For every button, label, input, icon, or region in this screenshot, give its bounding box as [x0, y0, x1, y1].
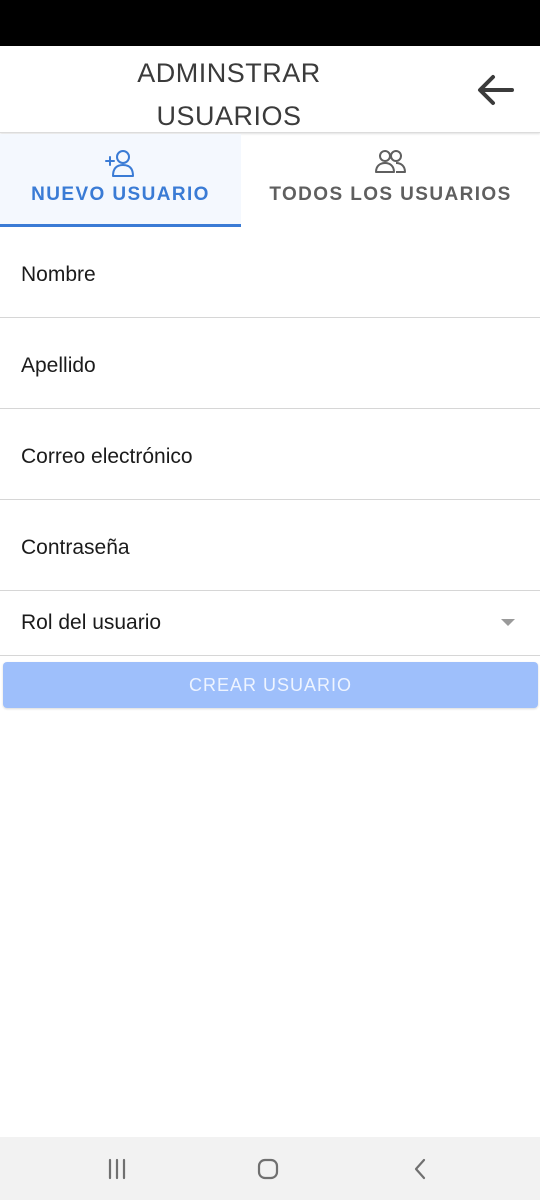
- email-field[interactable]: Correo electrónico: [0, 409, 540, 500]
- home-icon: [257, 1158, 279, 1180]
- tab-todos-los-usuarios[interactable]: TODOS LOS USUARIOS: [241, 134, 540, 227]
- arrow-left-icon: [478, 75, 514, 105]
- page-title-line1: ADMINSTRAR: [137, 58, 321, 88]
- field-label: Nombre: [21, 263, 96, 286]
- role-select[interactable]: Rol del usuario: [0, 591, 540, 656]
- back-icon: [414, 1158, 426, 1180]
- home-button[interactable]: [248, 1151, 288, 1187]
- recent-apps-button[interactable]: [97, 1151, 137, 1187]
- back-button[interactable]: [466, 66, 524, 114]
- system-nav-bar: [0, 1137, 540, 1200]
- chevron-down-icon: [501, 619, 515, 626]
- create-user-button[interactable]: CREAR USUARIO: [3, 662, 538, 708]
- status-bar: [0, 0, 540, 46]
- first-name-field[interactable]: Nombre: [0, 227, 540, 318]
- users-icon: [374, 150, 406, 173]
- tab-bar: NUEVO USUARIO TODOS LOS USUARIOS: [0, 134, 540, 227]
- tab-nuevo-usuario[interactable]: NUEVO USUARIO: [0, 134, 241, 227]
- page-title: ADMINSTRAR USUARIOS: [100, 52, 358, 138]
- field-label: Apellido: [21, 354, 96, 377]
- page-title-line2: USUARIOS: [156, 101, 302, 131]
- app-header: ADMINSTRAR USUARIOS: [0, 46, 540, 133]
- recent-apps-icon: [108, 1158, 126, 1180]
- tab-label: NUEVO USUARIO: [31, 184, 210, 205]
- role-select-label: Rol del usuario: [21, 611, 162, 634]
- last-name-field[interactable]: Apellido: [0, 318, 540, 409]
- add-user-icon: [104, 150, 134, 177]
- system-back-button[interactable]: [400, 1151, 440, 1187]
- tab-label: TODOS LOS USUARIOS: [269, 184, 512, 205]
- field-label: Correo electrónico: [21, 445, 193, 468]
- field-label: Contraseña: [21, 536, 130, 559]
- password-field[interactable]: Contraseña: [0, 500, 540, 591]
